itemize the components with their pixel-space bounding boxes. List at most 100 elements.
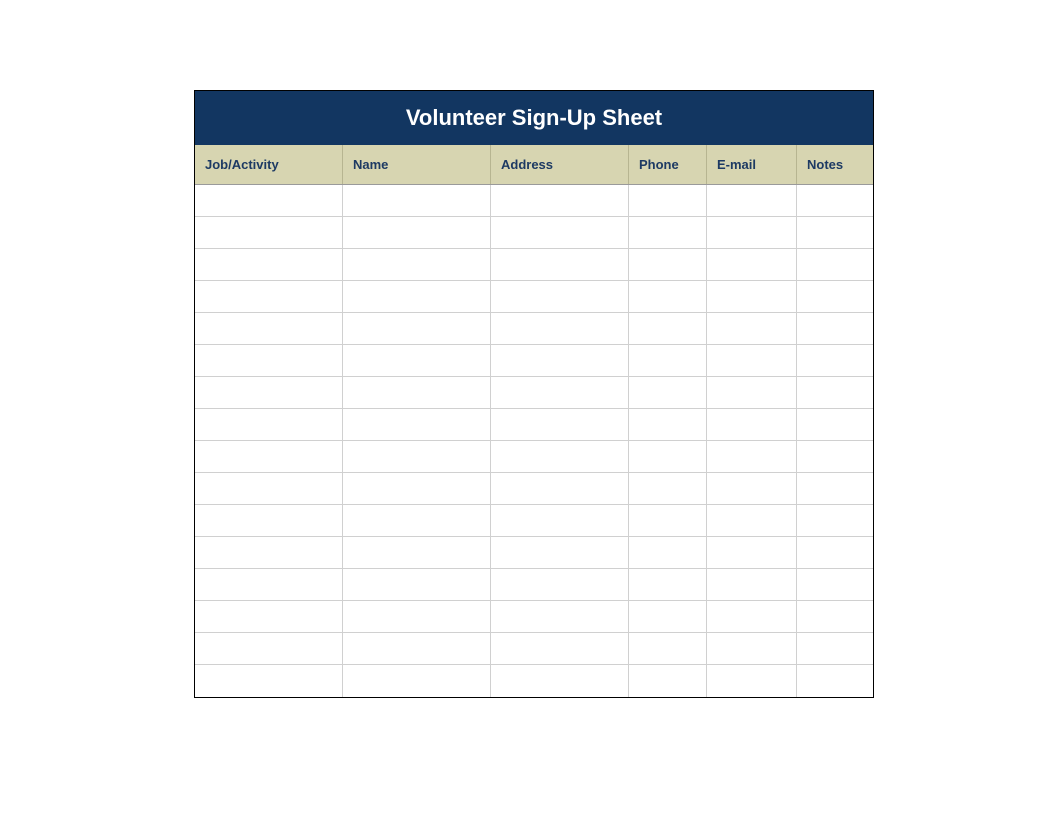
cell-address[interactable]	[491, 313, 629, 344]
cell-name[interactable]	[343, 217, 491, 248]
cell-name[interactable]	[343, 537, 491, 568]
cell-notes[interactable]	[797, 345, 873, 376]
cell-activity[interactable]	[195, 441, 343, 472]
cell-phone[interactable]	[629, 377, 707, 408]
cell-phone[interactable]	[629, 441, 707, 472]
cell-name[interactable]	[343, 345, 491, 376]
cell-email[interactable]	[707, 441, 797, 472]
cell-activity[interactable]	[195, 281, 343, 312]
cell-notes[interactable]	[797, 217, 873, 248]
cell-notes[interactable]	[797, 537, 873, 568]
cell-notes[interactable]	[797, 185, 873, 216]
cell-phone[interactable]	[629, 665, 707, 697]
column-header-notes: Notes	[797, 145, 873, 184]
cell-name[interactable]	[343, 473, 491, 504]
cell-address[interactable]	[491, 217, 629, 248]
cell-address[interactable]	[491, 345, 629, 376]
column-header-email: E-mail	[707, 145, 797, 184]
cell-phone[interactable]	[629, 281, 707, 312]
cell-activity[interactable]	[195, 409, 343, 440]
cell-address[interactable]	[491, 409, 629, 440]
cell-phone[interactable]	[629, 345, 707, 376]
cell-address[interactable]	[491, 569, 629, 600]
cell-phone[interactable]	[629, 601, 707, 632]
table-body	[195, 185, 873, 697]
cell-phone[interactable]	[629, 185, 707, 216]
cell-email[interactable]	[707, 217, 797, 248]
cell-activity[interactable]	[195, 665, 343, 697]
cell-phone[interactable]	[629, 313, 707, 344]
cell-notes[interactable]	[797, 249, 873, 280]
cell-email[interactable]	[707, 569, 797, 600]
cell-name[interactable]	[343, 601, 491, 632]
cell-email[interactable]	[707, 409, 797, 440]
cell-address[interactable]	[491, 665, 629, 697]
cell-email[interactable]	[707, 281, 797, 312]
cell-email[interactable]	[707, 377, 797, 408]
cell-activity[interactable]	[195, 313, 343, 344]
cell-notes[interactable]	[797, 377, 873, 408]
cell-phone[interactable]	[629, 473, 707, 504]
cell-name[interactable]	[343, 249, 491, 280]
cell-name[interactable]	[343, 569, 491, 600]
cell-activity[interactable]	[195, 377, 343, 408]
cell-activity[interactable]	[195, 505, 343, 536]
cell-activity[interactable]	[195, 537, 343, 568]
cell-activity[interactable]	[195, 217, 343, 248]
cell-name[interactable]	[343, 505, 491, 536]
cell-notes[interactable]	[797, 505, 873, 536]
cell-activity[interactable]	[195, 249, 343, 280]
cell-address[interactable]	[491, 249, 629, 280]
cell-activity[interactable]	[195, 473, 343, 504]
cell-notes[interactable]	[797, 281, 873, 312]
cell-address[interactable]	[491, 505, 629, 536]
cell-activity[interactable]	[195, 185, 343, 216]
cell-activity[interactable]	[195, 601, 343, 632]
cell-address[interactable]	[491, 377, 629, 408]
cell-email[interactable]	[707, 601, 797, 632]
cell-name[interactable]	[343, 409, 491, 440]
cell-notes[interactable]	[797, 569, 873, 600]
cell-address[interactable]	[491, 281, 629, 312]
cell-name[interactable]	[343, 377, 491, 408]
cell-name[interactable]	[343, 441, 491, 472]
cell-address[interactable]	[491, 441, 629, 472]
cell-name[interactable]	[343, 665, 491, 697]
cell-notes[interactable]	[797, 665, 873, 697]
cell-email[interactable]	[707, 473, 797, 504]
cell-address[interactable]	[491, 633, 629, 664]
cell-email[interactable]	[707, 249, 797, 280]
cell-phone[interactable]	[629, 505, 707, 536]
cell-email[interactable]	[707, 185, 797, 216]
cell-notes[interactable]	[797, 633, 873, 664]
cell-notes[interactable]	[797, 473, 873, 504]
cell-email[interactable]	[707, 633, 797, 664]
cell-name[interactable]	[343, 313, 491, 344]
cell-activity[interactable]	[195, 345, 343, 376]
cell-phone[interactable]	[629, 633, 707, 664]
cell-email[interactable]	[707, 505, 797, 536]
cell-phone[interactable]	[629, 217, 707, 248]
cell-phone[interactable]	[629, 569, 707, 600]
cell-notes[interactable]	[797, 409, 873, 440]
cell-email[interactable]	[707, 345, 797, 376]
cell-name[interactable]	[343, 185, 491, 216]
cell-email[interactable]	[707, 665, 797, 697]
cell-phone[interactable]	[629, 249, 707, 280]
cell-phone[interactable]	[629, 537, 707, 568]
cell-address[interactable]	[491, 473, 629, 504]
cell-phone[interactable]	[629, 409, 707, 440]
cell-email[interactable]	[707, 313, 797, 344]
cell-activity[interactable]	[195, 633, 343, 664]
cell-name[interactable]	[343, 633, 491, 664]
cell-activity[interactable]	[195, 569, 343, 600]
cell-name[interactable]	[343, 281, 491, 312]
cell-email[interactable]	[707, 537, 797, 568]
cell-notes[interactable]	[797, 601, 873, 632]
cell-address[interactable]	[491, 601, 629, 632]
cell-address[interactable]	[491, 537, 629, 568]
cell-address[interactable]	[491, 185, 629, 216]
cell-notes[interactable]	[797, 313, 873, 344]
table-row	[195, 473, 873, 505]
cell-notes[interactable]	[797, 441, 873, 472]
